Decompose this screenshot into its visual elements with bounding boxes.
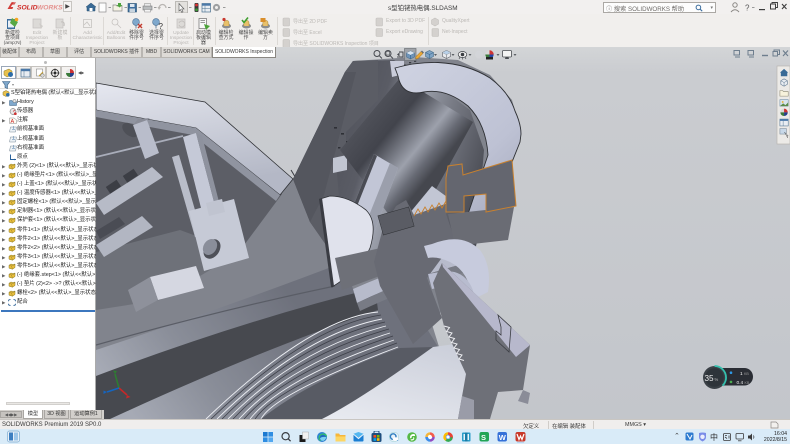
svg-text:W: W: [499, 432, 507, 441]
svg-text:S: S: [481, 432, 486, 441]
svg-text:%: %: [715, 377, 719, 382]
svg-text:?: ?: [745, 4, 750, 13]
svg-text:WORKS: WORKS: [37, 5, 63, 12]
svg-text:中: 中: [710, 432, 718, 442]
svg-text:35: 35: [705, 374, 715, 383]
svg-text:?: ?: [159, 22, 164, 30]
svg-text:A: A: [11, 119, 15, 124]
svg-text:SOLID: SOLID: [17, 5, 38, 12]
